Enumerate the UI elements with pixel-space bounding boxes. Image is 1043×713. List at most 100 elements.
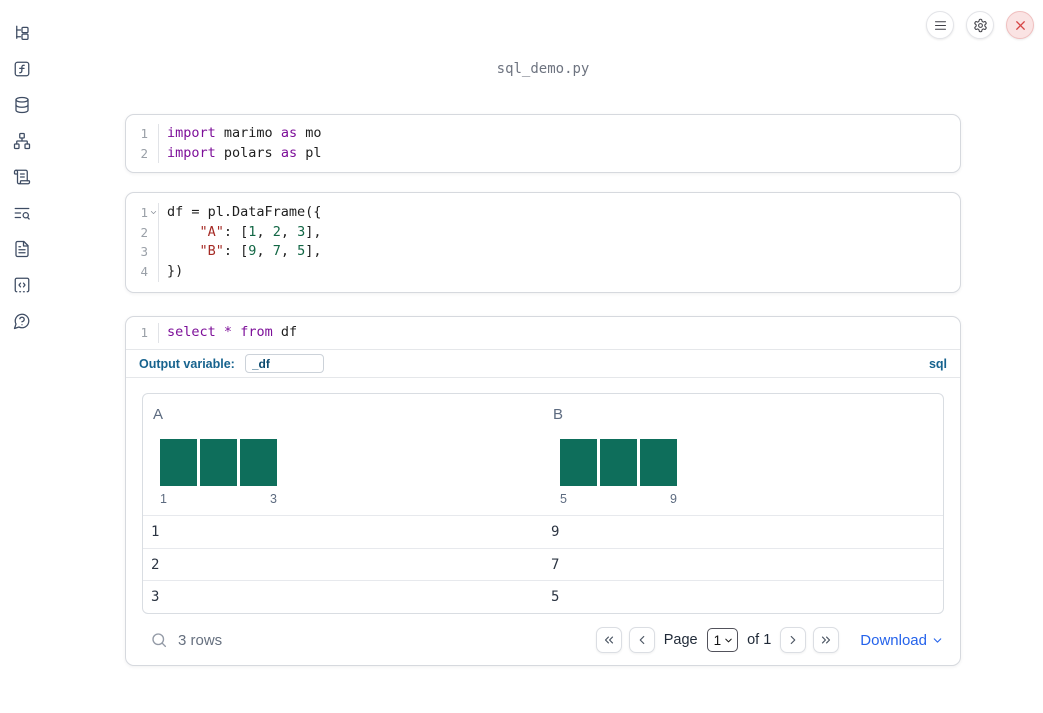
page-select-value: 1 — [713, 632, 722, 648]
column-b-histogram — [560, 439, 677, 486]
code-text: "A": [1, 2, 3], — [158, 222, 960, 243]
histogram-bar — [160, 439, 197, 486]
chevron-down-icon — [933, 637, 942, 643]
column-name[interactable]: A — [153, 406, 543, 423]
fold-gutter — [148, 124, 158, 144]
code-text: import polars as pl — [158, 143, 960, 164]
histogram-bar — [240, 439, 277, 486]
line-number: 2 — [140, 224, 148, 240]
code-text: import marimo as mo — [158, 124, 960, 144]
download-label: Download — [860, 631, 927, 649]
file-explorer-icon[interactable] — [13, 24, 31, 42]
column-a-histogram — [160, 439, 277, 486]
last-page-button[interactable] — [813, 627, 840, 654]
histogram-bar — [200, 439, 237, 486]
histogram-axis-labels: 1 3 — [160, 492, 277, 506]
output-variable-strip: Output variable: sql — [126, 349, 960, 378]
page-total-label: of 1 — [747, 632, 772, 649]
first-page-button[interactable] — [595, 627, 622, 654]
chevron-down-icon — [725, 638, 732, 642]
line-number: 1 — [140, 325, 148, 340]
line-number: 3 — [140, 244, 148, 260]
sql-cell: 1 select * from df Output variable: sql … — [125, 316, 961, 666]
fold-gutter — [148, 323, 158, 343]
histogram-bar — [640, 439, 677, 486]
code-cell-imports[interactable]: 1 import marimo as mo 2 import polars as… — [125, 114, 961, 173]
pagination: Page 1 of 1 Download — [595, 627, 944, 654]
chevron-right-icon — [790, 635, 796, 645]
line-number: 2 — [140, 145, 148, 161]
gear-icon — [973, 18, 987, 32]
hist-max-label: 9 — [670, 492, 677, 506]
histogram-bar — [600, 439, 637, 486]
table-header: A 1 3 B 5 9 — [143, 394, 943, 515]
row-count: 3 rows — [178, 631, 223, 649]
column-header-b[interactable]: B 5 9 — [543, 394, 943, 515]
column-name[interactable]: B — [553, 406, 943, 423]
sidebar — [0, 0, 44, 713]
chevron-left-icon — [639, 635, 645, 645]
code-line[interactable]: 1 import marimo as mo — [126, 124, 960, 144]
histogram-axis-labels: 5 9 — [560, 492, 677, 506]
histogram-bar — [560, 439, 597, 486]
cell-value: 2 — [151, 556, 160, 573]
prev-page-button[interactable] — [628, 627, 655, 654]
cell-value: 5 — [551, 589, 560, 606]
code-text: select * from df — [158, 323, 960, 343]
logs-scroll-icon[interactable] — [13, 168, 31, 186]
cell-value: 3 — [151, 589, 160, 606]
cell-value: 9 — [551, 523, 560, 540]
table-row[interactable]: 2 7 — [143, 547, 943, 581]
code-line[interactable]: 4 }) — [126, 262, 960, 282]
snippets-code-icon[interactable] — [13, 276, 31, 294]
line-number: 4 — [140, 264, 148, 280]
download-button[interactable]: Download — [860, 632, 944, 649]
help-icon[interactable] — [13, 312, 31, 330]
fold-chevron-icon[interactable] — [148, 203, 158, 223]
code-line[interactable]: 2 import polars as pl — [126, 143, 960, 164]
chevrons-left-icon — [604, 636, 613, 644]
output-variable-input[interactable] — [244, 354, 324, 373]
table-row[interactable]: 3 5 — [143, 580, 943, 613]
code-text: "B": [9, 7, 5], — [158, 242, 960, 263]
fold-gutter — [148, 242, 158, 262]
next-page-button[interactable] — [780, 627, 807, 654]
code-line[interactable]: 3 "B": [9, 7, 5], — [126, 242, 960, 263]
shutdown-button[interactable] — [1006, 11, 1034, 39]
column-header-a[interactable]: A 1 3 — [143, 394, 543, 515]
code-line[interactable]: 1 df = pl.DataFrame({ — [126, 203, 960, 223]
code-line[interactable]: 1 select * from df — [126, 323, 960, 343]
code-text: }) — [158, 262, 960, 282]
cell-output: A 1 3 B 5 9 1 9 2 7 3 5 3 rows Page 1 of… — [126, 378, 960, 654]
line-number: 1 — [140, 126, 148, 141]
notebook-area: sql_demo.py 1 import marimo as mo 2 impo… — [125, 0, 961, 713]
chevrons-right-icon — [822, 636, 831, 644]
code-line[interactable]: 2 "A": [1, 2, 3], — [126, 222, 960, 243]
notebook-filename: sql_demo.py — [496, 61, 590, 77]
documentation-icon[interactable] — [13, 240, 31, 258]
dataframe-table: A 1 3 B 5 9 1 9 2 7 3 5 — [142, 393, 944, 615]
fold-gutter — [148, 144, 158, 164]
output-variable-label: Output variable: — [139, 356, 235, 371]
sql-editor[interactable]: 1 select * from df — [126, 317, 960, 349]
code-cell-dataframe[interactable]: 1 df = pl.DataFrame({ 2 "A": [1, 2, 3], … — [125, 192, 961, 293]
cell-value: 1 — [151, 523, 160, 540]
code-text: df = pl.DataFrame({ — [158, 203, 960, 223]
dependency-graph-icon[interactable] — [13, 132, 31, 150]
table-footer: 3 rows Page 1 of 1 Download — [142, 626, 944, 654]
table-row[interactable]: 1 9 — [143, 515, 943, 548]
hist-min-label: 5 — [560, 492, 567, 506]
tracing-search-icon[interactable] — [13, 204, 31, 222]
datasources-icon[interactable] — [13, 96, 31, 114]
settings-button[interactable] — [966, 11, 994, 39]
functions-icon[interactable] — [13, 60, 31, 78]
hist-min-label: 1 — [160, 492, 167, 506]
page-select[interactable]: 1 — [706, 628, 739, 653]
fold-gutter — [148, 223, 158, 243]
close-icon — [1015, 20, 1025, 30]
cell-value: 7 — [551, 556, 560, 573]
search-icon[interactable] — [150, 631, 168, 649]
line-number: 1 — [140, 205, 148, 220]
page-label: Page — [663, 632, 698, 649]
language-badge: sql — [928, 356, 947, 371]
